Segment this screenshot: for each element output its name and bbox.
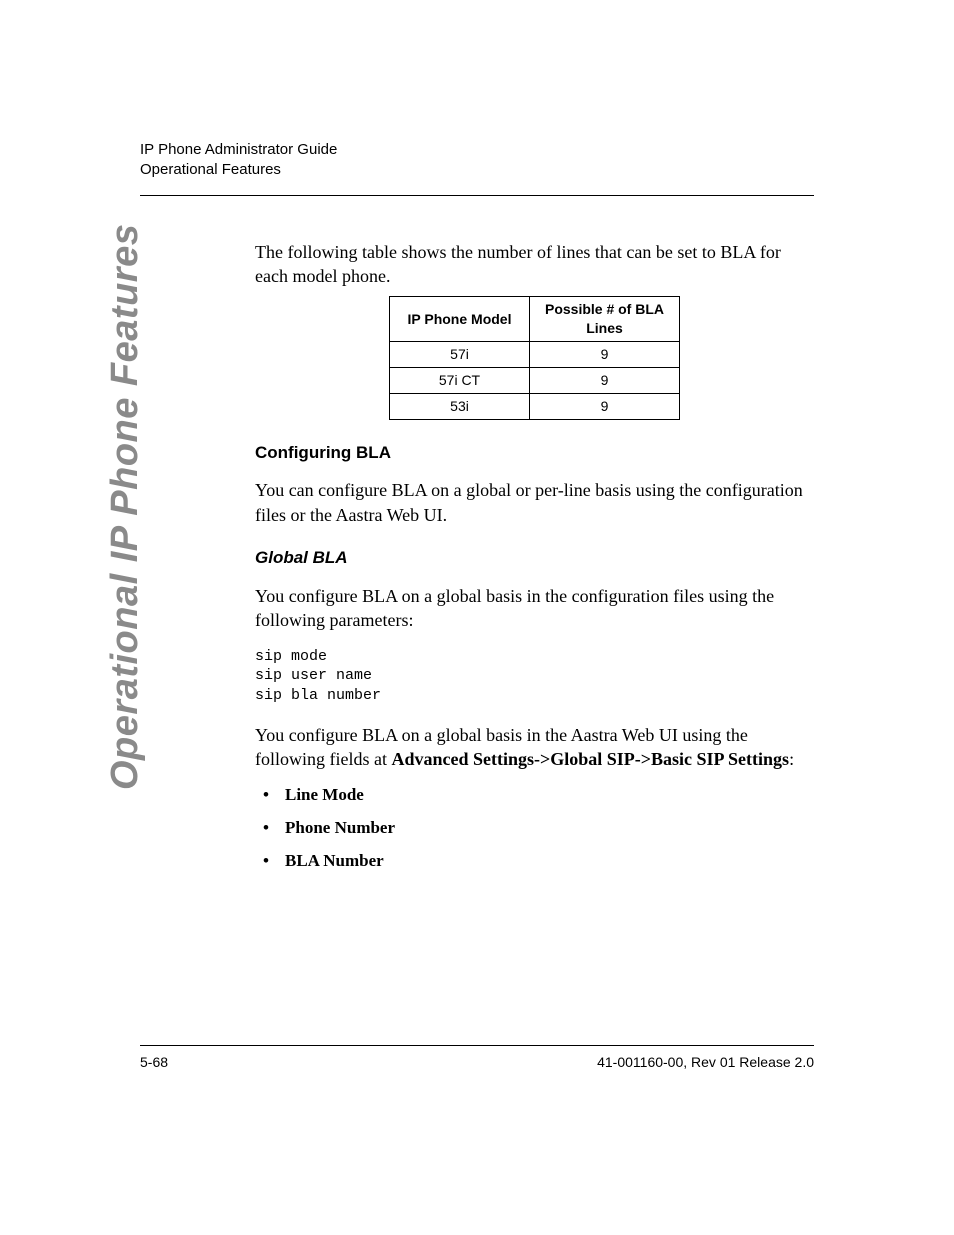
table-header-row: IP Phone Model Possible # of BLA Lines xyxy=(390,297,680,342)
cell-model: 57i xyxy=(390,341,530,367)
doc-revision: 41-001160-00, Rev 01 Release 2.0 xyxy=(597,1054,814,1070)
list-item: Line Mode xyxy=(259,784,814,807)
table-header-model: IP Phone Model xyxy=(390,297,530,342)
page-number: 5-68 xyxy=(140,1054,168,1070)
paragraph-global-2: You configure BLA on a global basis in t… xyxy=(255,723,814,772)
header-subtitle: Operational Features xyxy=(140,160,814,180)
cell-lines: 9 xyxy=(530,341,680,367)
page: IP Phone Administrator Guide Operational… xyxy=(0,0,954,1235)
intro-paragraph: The following table shows the number of … xyxy=(255,240,814,289)
table-row: 57i CT 9 xyxy=(390,367,680,393)
page-footer: 5-68 41-001160-00, Rev 01 Release 2.0 xyxy=(140,1045,814,1070)
code-block-parameters: sip mode sip user name sip bla number xyxy=(255,647,814,706)
paragraph-global-1: You configure BLA on a global basis in t… xyxy=(255,584,814,633)
paragraph-configuring: You can configure BLA on a global or per… xyxy=(255,478,814,527)
page-header: IP Phone Administrator Guide Operational… xyxy=(140,140,814,196)
table-row: 53i 9 xyxy=(390,393,680,419)
side-chapter-title: Operational IP Phone Features xyxy=(104,224,147,790)
field-list: Line Mode Phone Number BLA Number xyxy=(259,784,814,873)
heading-configuring-bla: Configuring BLA xyxy=(255,442,814,465)
text-segment: : xyxy=(789,749,794,769)
list-item: Phone Number xyxy=(259,817,814,840)
content-area: The following table shows the number of … xyxy=(255,240,814,873)
cell-model: 53i xyxy=(390,393,530,419)
table-header-lines: Possible # of BLA Lines xyxy=(530,297,680,342)
header-title: IP Phone Administrator Guide xyxy=(140,140,814,160)
breadcrumb-path: Advanced Settings->Global SIP->Basic SIP… xyxy=(391,749,789,769)
heading-global-bla: Global BLA xyxy=(255,547,814,570)
bla-lines-table: IP Phone Model Possible # of BLA Lines 5… xyxy=(389,296,680,419)
table-row: 57i 9 xyxy=(390,341,680,367)
cell-lines: 9 xyxy=(530,367,680,393)
cell-lines: 9 xyxy=(530,393,680,419)
list-item: BLA Number xyxy=(259,850,814,873)
cell-model: 57i CT xyxy=(390,367,530,393)
